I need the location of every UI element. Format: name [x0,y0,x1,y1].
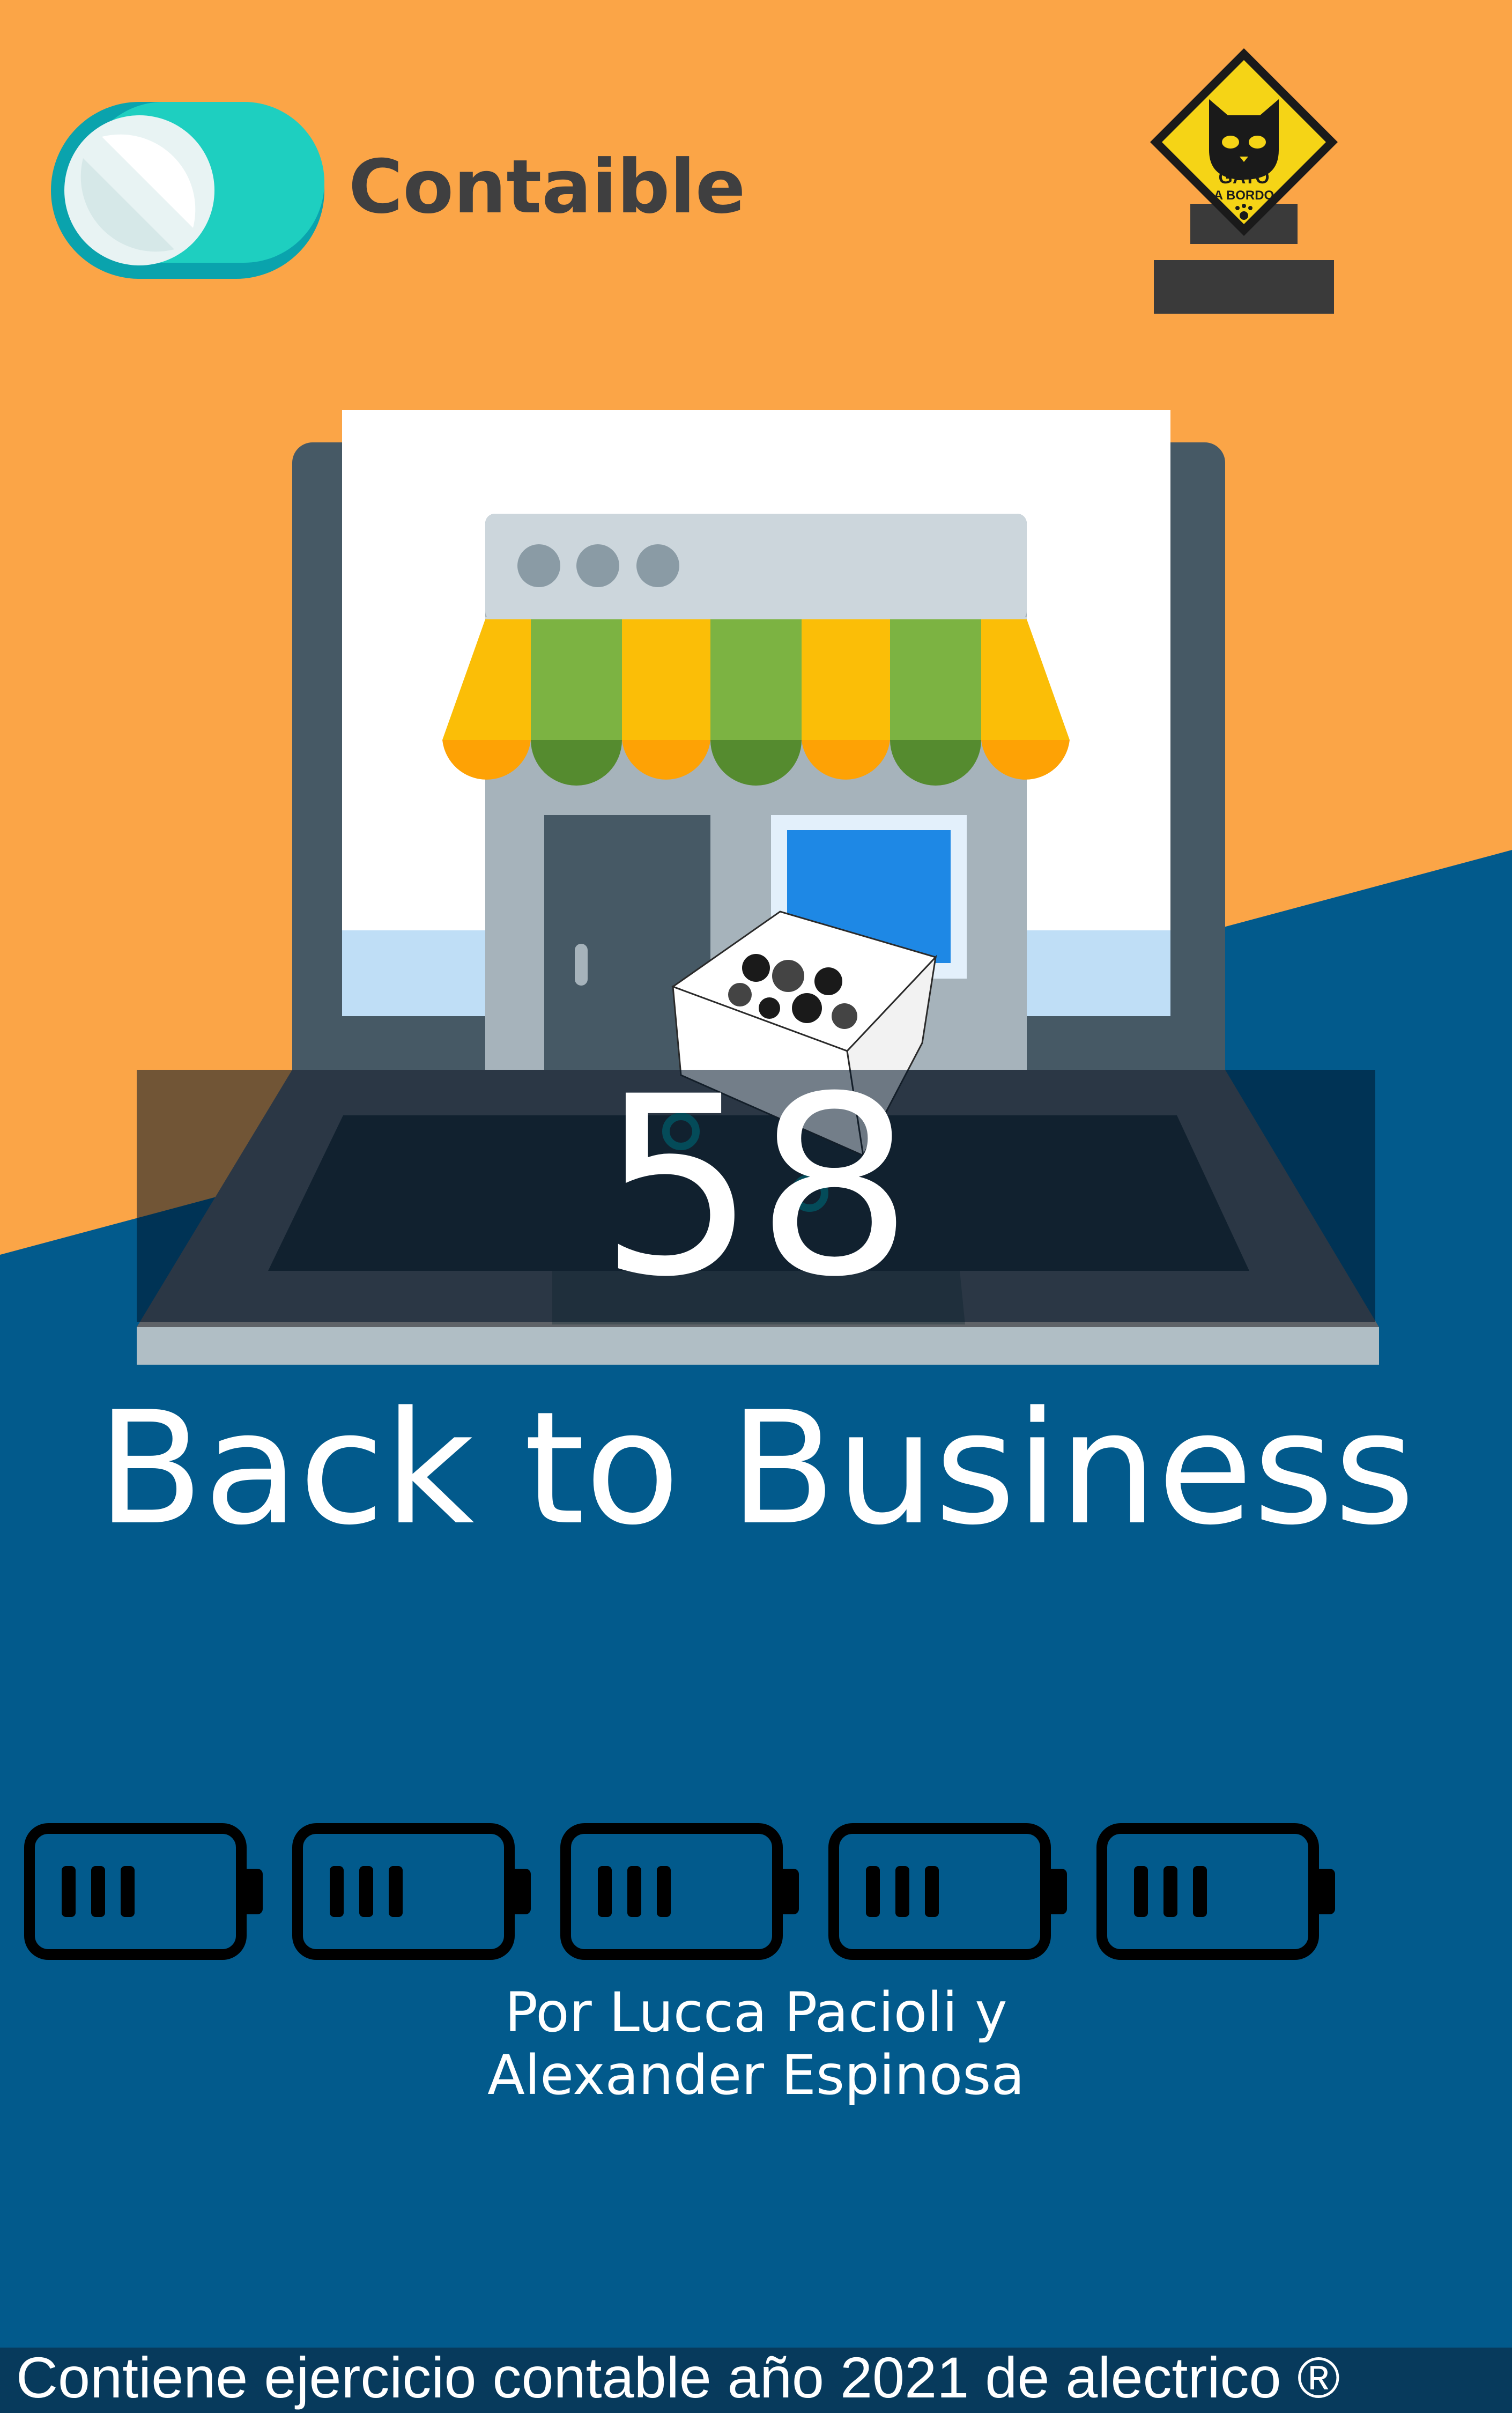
battery-icon [1096,1823,1335,1960]
authors-line-2: Alexander Espinosa [487,2044,1025,2108]
footer-text: Contiene ejercicio contable año 2021 de … [16,2345,1340,2410]
authors-line-1: Por Lucca Pacioli y [505,1981,1007,2045]
cover-authors: Por Lucca Pacioli y Alexander Espinosa [0,1981,1512,2107]
window-dot-icon [576,544,619,587]
store-awning [442,619,1070,786]
battery-icon [292,1823,531,1960]
window-dot-icon [636,544,679,587]
battery-icon [828,1823,1067,1960]
cover-title: Back to Business [97,1379,1415,1559]
issue-number: 58 [599,1044,913,1331]
window-dot-icon [517,544,560,587]
battery-icon [24,1823,263,1960]
battery-icon [560,1823,799,1960]
